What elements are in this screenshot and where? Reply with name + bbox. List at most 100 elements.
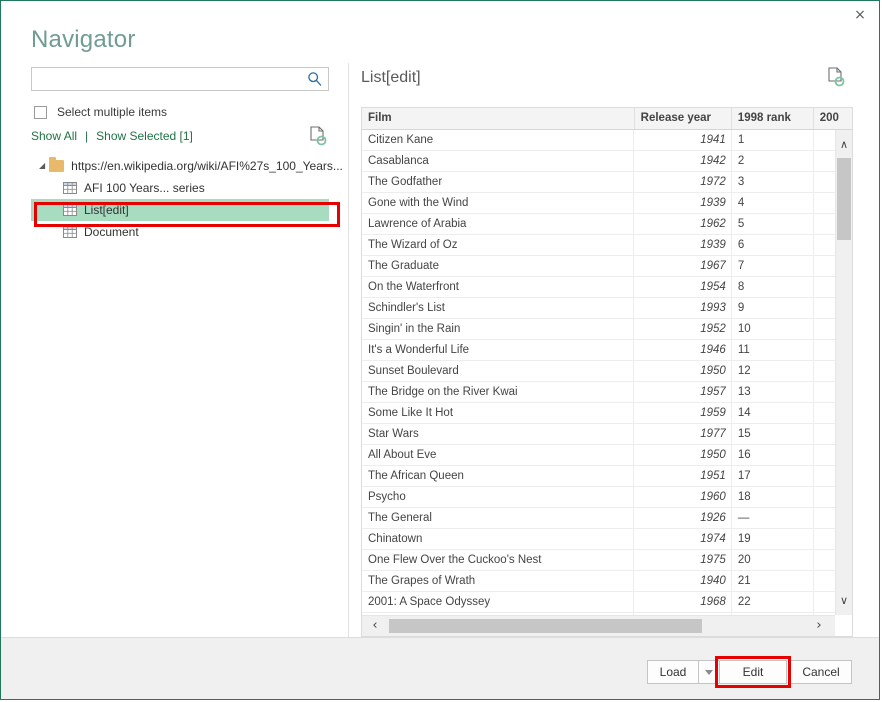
table-row[interactable]: The Grapes of Wrath 1940 21 [362, 571, 852, 592]
tree-node-document[interactable]: Document [31, 221, 329, 243]
table-row[interactable]: Star Wars 1977 15 [362, 424, 852, 445]
table-row[interactable]: Gone with the Wind 1939 4 [362, 193, 852, 214]
edit-button[interactable]: Edit [719, 660, 787, 684]
show-all-link[interactable]: Show All [31, 129, 77, 143]
table-cell: 1941 [634, 130, 732, 150]
search-icon[interactable] [307, 71, 323, 87]
horizontal-scrollbar-thumb[interactable] [389, 619, 702, 633]
select-multiple-items-label: Select multiple items [57, 105, 168, 119]
table-cell: 11 [732, 340, 814, 360]
table-row[interactable]: The Graduate 1967 7 [362, 256, 852, 277]
table-cell: 1 [732, 130, 814, 150]
table-cell: 14 [732, 403, 814, 423]
table-cell: Casablanca [362, 151, 635, 171]
table-cell: The General [362, 508, 635, 528]
table-cell: 1926 [634, 508, 732, 528]
column-header-release-year[interactable]: Release year [635, 108, 732, 129]
table-cell: 1959 [634, 403, 732, 423]
table-cell: Gone with the Wind [362, 193, 635, 213]
links-separator: | [85, 129, 89, 143]
table-cell: 1975 [634, 550, 732, 570]
search-box[interactable] [31, 67, 329, 91]
expand-collapse-icon[interactable]: ◢ [39, 161, 45, 171]
table-row[interactable]: Casablanca 1942 2 [362, 151, 852, 172]
horizontal-scrollbar[interactable]: ‹ › [362, 615, 835, 636]
table-row[interactable]: The African Queen 1951 17 [362, 466, 852, 487]
table-cell: 1940 [634, 571, 732, 591]
table-cell: 1977 [634, 424, 732, 444]
table-row[interactable]: Schindler's List 1993 9 [362, 298, 852, 319]
select-multiple-items-row[interactable]: Select multiple items [34, 103, 167, 121]
vertical-scrollbar[interactable]: ∧ ∨ [835, 130, 852, 615]
preview-table: Film Release year 1998 rank 200 Citizen … [361, 107, 853, 637]
table-row[interactable]: Lawrence of Arabia 1962 5 [362, 214, 852, 235]
cancel-button[interactable]: Cancel [790, 660, 852, 684]
table-row[interactable]: Singin' in the Rain 1952 10 [362, 319, 852, 340]
preview-title: List[edit] [361, 69, 421, 86]
table-cell: 1974 [634, 529, 732, 549]
table-row[interactable]: The Godfather 1972 3 [362, 172, 852, 193]
table-cell: 1950 [634, 445, 732, 465]
column-header-1998-rank[interactable]: 1998 rank [732, 108, 814, 129]
column-header-film[interactable]: Film [362, 108, 635, 129]
table-cell: Psycho [362, 487, 635, 507]
table-cell: 1946 [634, 340, 732, 360]
table-cell: 1952 [634, 319, 732, 339]
table-cell: 12 [732, 361, 814, 381]
select-multiple-items-checkbox[interactable] [34, 105, 47, 119]
table-cell: Some Like It Hot [362, 403, 635, 423]
tree-node-afi-series[interactable]: AFI 100 Years... series [31, 177, 329, 199]
tree-node-list-edit[interactable]: List[edit] [31, 199, 329, 221]
vertical-scrollbar-thumb[interactable] [837, 158, 851, 240]
table-cell: On the Waterfront [362, 277, 635, 297]
table-cell: 3 [732, 172, 814, 192]
table-cell: 1993 [634, 298, 732, 318]
table-row[interactable]: The General 1926— [362, 508, 852, 529]
table-row[interactable]: The Bridge on the River Kwai 1957 13 [362, 382, 852, 403]
load-dropdown-button[interactable] [698, 660, 720, 684]
column-header-2007-rank[interactable]: 200 [814, 108, 852, 129]
document-refresh-icon[interactable] [309, 126, 327, 146]
scroll-right-icon[interactable]: › [809, 616, 829, 636]
show-selected-link[interactable]: Show Selected [1] [96, 129, 193, 143]
scroll-left-icon[interactable]: ‹ [365, 616, 385, 636]
table-row[interactable]: On the Waterfront 1954 8 [362, 277, 852, 298]
table-cell: 1942 [634, 151, 732, 171]
navigation-panel: Select multiple items Show All | Show Se… [31, 67, 343, 637]
scroll-up-icon[interactable]: ∧ [836, 136, 852, 153]
source-tree: ◢ https://en.wikipedia.org/wiki/AFI%27s_… [31, 155, 343, 243]
scroll-down-icon[interactable]: ∨ [836, 592, 852, 609]
table-cell: — [732, 508, 814, 528]
table-row[interactable]: Sunset Boulevard 1950 12 [362, 361, 852, 382]
document-refresh-icon[interactable] [827, 67, 845, 87]
table-row[interactable]: One Flew Over the Cuckoo's Nest 1975 20 [362, 550, 852, 571]
close-icon[interactable]: × [849, 5, 871, 25]
table-row[interactable]: Chinatown 1974 19 [362, 529, 852, 550]
table-row[interactable]: All About Eve 1950 16 [362, 445, 852, 466]
search-input[interactable] [37, 70, 309, 90]
table-cell: The Bridge on the River Kwai [362, 382, 635, 402]
load-button[interactable]: Load [647, 660, 699, 684]
table-row[interactable]: Psycho 1960 18 [362, 487, 852, 508]
table-row[interactable]: Citizen Kane 1941 1 [362, 130, 852, 151]
table-icon [63, 204, 77, 216]
tree-node-root-label: https://en.wikipedia.org/wiki/AFI%27s_10… [71, 159, 343, 173]
table-row[interactable]: Some Like It Hot 1959 14 [362, 403, 852, 424]
table-cell: 1939 [634, 193, 732, 213]
table-cell: 1962 [634, 214, 732, 234]
table-cell: 1950 [634, 361, 732, 381]
table-cell: 2001: A Space Odyssey [362, 592, 635, 612]
table-cell: 18 [732, 487, 814, 507]
filter-links-row: Show All | Show Selected [1] [31, 126, 329, 146]
table-cell: Chinatown [362, 529, 635, 549]
table-row[interactable]: 2001: A Space Odyssey 1968 22 [362, 592, 852, 613]
table-cell: 13 [732, 382, 814, 402]
table-cell: 16 [732, 445, 814, 465]
table-row[interactable]: The Wizard of Oz 1939 6 [362, 235, 852, 256]
table-cell: 9 [732, 298, 814, 318]
tree-node-root[interactable]: ◢ https://en.wikipedia.org/wiki/AFI%27s_… [31, 155, 343, 177]
table-header-row: Film Release year 1998 rank 200 [362, 108, 852, 130]
table-row[interactable]: It's a Wonderful Life 1946 11 [362, 340, 852, 361]
table-cell: Star Wars [362, 424, 635, 444]
table-body: Citizen Kane 1941 1 Casablanca 1942 2 The Godf… [362, 130, 852, 615]
